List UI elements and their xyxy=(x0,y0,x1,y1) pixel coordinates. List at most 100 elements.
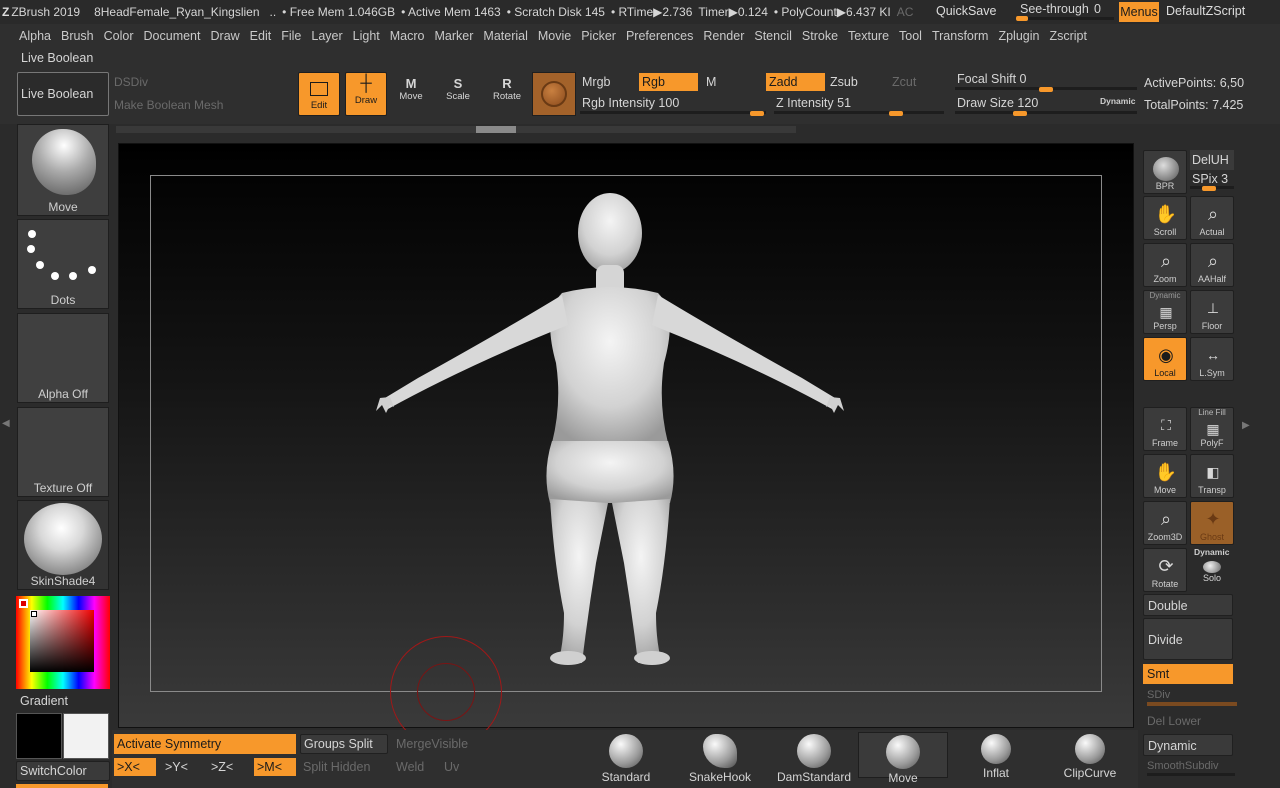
zsub-button[interactable]: Zsub xyxy=(830,75,858,89)
switch-color-button[interactable]: SwitchColor xyxy=(16,761,110,781)
symmetry-y-button[interactable]: >Y< xyxy=(162,758,204,776)
move-mode-button[interactable]: M Move xyxy=(393,76,429,112)
menu-alpha[interactable]: Alpha xyxy=(19,29,51,43)
symmetry-z-button[interactable]: >Z< xyxy=(208,758,250,776)
brush-damstandard[interactable]: DamStandard xyxy=(774,734,854,784)
brush-snakehook[interactable]: SnakeHook xyxy=(680,734,760,784)
top-scrollbar-thumb[interactable] xyxy=(476,126,516,133)
frame-button[interactable]: ⛶ Frame xyxy=(1143,407,1187,451)
transp-button[interactable]: ◧ Transp xyxy=(1190,454,1234,498)
menu-macro[interactable]: Macro xyxy=(390,29,425,43)
see-through-label[interactable]: See-through xyxy=(1020,2,1089,16)
menu-draw[interactable]: Draw xyxy=(211,29,240,43)
polyf-button[interactable]: Line Fill ▦ PolyF xyxy=(1190,407,1234,451)
ghost-button[interactable]: ✦ Ghost xyxy=(1190,501,1234,545)
material-sphere-button[interactable] xyxy=(532,72,576,116)
m-button[interactable]: M xyxy=(706,75,716,89)
menu-color[interactable]: Color xyxy=(104,29,134,43)
make-boolean-mesh-button[interactable]: Make Boolean Mesh xyxy=(114,98,248,112)
live-boolean-button[interactable]: Live Boolean xyxy=(17,72,109,116)
activate-symmetry-button[interactable]: Activate Symmetry xyxy=(114,734,296,754)
local-button[interactable]: ◉ Local xyxy=(1143,337,1187,381)
uv-toggle[interactable]: Uv xyxy=(444,760,459,774)
top-scrollbar[interactable] xyxy=(116,126,796,133)
dsdiv-label[interactable]: DSDiv xyxy=(114,75,148,89)
menu-zplugin[interactable]: Zplugin xyxy=(998,29,1039,43)
rotate-mode-button[interactable]: R Rotate xyxy=(489,76,525,112)
brush-tile[interactable]: Move xyxy=(17,124,109,216)
brush-inflat[interactable]: Inflat xyxy=(956,734,1036,780)
menu-marker[interactable]: Marker xyxy=(435,29,474,43)
symmetry-m-button[interactable]: >M< xyxy=(254,758,296,776)
zadd-button[interactable]: Zadd xyxy=(766,73,825,91)
persp-button[interactable]: Dynamic ▦ Persp xyxy=(1143,290,1187,334)
aahalf-button[interactable]: ⌕ AAHalf xyxy=(1190,243,1234,287)
stroke-tile[interactable]: Dots xyxy=(17,219,109,309)
menu-tool[interactable]: Tool xyxy=(899,29,922,43)
symmetry-x-button[interactable]: >X< xyxy=(114,758,156,776)
menu-document[interactable]: Document xyxy=(144,29,201,43)
draw-mode-button[interactable]: ┼ Draw xyxy=(345,72,387,116)
zoom3d-button[interactable]: ⌕ Zoom3D xyxy=(1143,501,1187,545)
smooth-subdiv-slider[interactable]: SmoothSubdiv xyxy=(1147,760,1235,776)
menu-material[interactable]: Material xyxy=(483,29,527,43)
menu-layer[interactable]: Layer xyxy=(311,29,342,43)
menus-button[interactable]: Menus xyxy=(1119,2,1159,22)
brush-standard[interactable]: Standard xyxy=(586,734,666,784)
menu-movie[interactable]: Movie xyxy=(538,29,571,43)
split-hidden-button[interactable]: Split Hidden xyxy=(303,760,370,774)
double-button[interactable]: Double xyxy=(1143,594,1233,616)
brush-clipcurve[interactable]: ClipCurve xyxy=(1050,734,1130,780)
brush-move[interactable]: Move xyxy=(858,732,948,785)
menu-edit[interactable]: Edit xyxy=(250,29,272,43)
divide-button[interactable]: Divide xyxy=(1143,618,1233,660)
main-color-swatch[interactable] xyxy=(16,713,62,759)
menu-texture[interactable]: Texture xyxy=(848,29,889,43)
sdiv-slider[interactable]: SDiv xyxy=(1147,689,1237,706)
menu-file[interactable]: File xyxy=(281,29,301,43)
menu-transform[interactable]: Transform xyxy=(932,29,989,43)
zcut-button[interactable]: Zcut xyxy=(892,75,916,89)
actual-button[interactable]: ⌕ Actual xyxy=(1190,196,1234,240)
merge-visible-button[interactable]: MergeVisible xyxy=(396,737,468,751)
menu-zscript[interactable]: Zscript xyxy=(1049,29,1087,43)
scale-mode-button[interactable]: S Scale xyxy=(440,76,476,112)
quicksave-button[interactable]: QuickSave xyxy=(936,4,996,18)
zoom-button[interactable]: ⌕ Zoom xyxy=(1143,243,1187,287)
rgb-intensity-slider[interactable]: Rgb Intensity 100 xyxy=(580,96,766,118)
solo-button[interactable]: Solo xyxy=(1190,557,1234,591)
groups-split-button[interactable]: Groups Split xyxy=(300,734,388,754)
menu-preferences[interactable]: Preferences xyxy=(626,29,693,43)
rotate-view-button[interactable]: ⟳ Rotate xyxy=(1143,548,1187,592)
rgb-button[interactable]: Rgb xyxy=(639,73,698,91)
spix-slider[interactable]: SPix 3 xyxy=(1190,172,1234,192)
material-tile[interactable]: SkinShade4 xyxy=(17,500,109,590)
see-through-slider[interactable] xyxy=(1016,16,1114,21)
mrgb-button[interactable]: Mrgb xyxy=(582,75,610,89)
secondary-color-swatch[interactable] xyxy=(63,713,109,759)
dynamic-subdiv-button[interactable]: Dynamic xyxy=(1143,734,1233,756)
bpr-button[interactable]: BPR xyxy=(1143,150,1187,194)
color-picker[interactable] xyxy=(16,596,110,689)
edit-mode-button[interactable]: Edit xyxy=(298,72,340,116)
focal-shift-slider[interactable]: Focal Shift 0 xyxy=(955,72,1137,94)
alpha-tile[interactable]: Alpha Off xyxy=(17,313,109,403)
menu-stroke[interactable]: Stroke xyxy=(802,29,838,43)
floor-button[interactable]: ⊥ Floor xyxy=(1190,290,1234,334)
del-lower-button[interactable]: Del Lower xyxy=(1147,714,1201,728)
weld-toggle[interactable]: Weld xyxy=(396,760,424,774)
menu-picker[interactable]: Picker xyxy=(581,29,616,43)
z-intensity-slider[interactable]: Z Intensity 51 xyxy=(774,96,944,118)
dynamic-draw-size-toggle[interactable]: Dynamic xyxy=(1100,96,1135,106)
menu-stencil[interactable]: Stencil xyxy=(754,29,792,43)
move-view-button[interactable]: ✋ Move xyxy=(1143,454,1187,498)
menu-light[interactable]: Light xyxy=(353,29,380,43)
sculpt-model-figure[interactable] xyxy=(118,143,1134,728)
gradient-toggle[interactable]: Gradient xyxy=(20,694,68,708)
menu-render[interactable]: Render xyxy=(703,29,744,43)
color-square[interactable] xyxy=(30,610,94,672)
left-tray-handle[interactable]: ◀ xyxy=(2,418,10,442)
scroll-button[interactable]: ✋ Scroll xyxy=(1143,196,1187,240)
menu-brush[interactable]: Brush xyxy=(61,29,94,43)
right-tray-handle[interactable]: ▶ xyxy=(1242,420,1252,444)
